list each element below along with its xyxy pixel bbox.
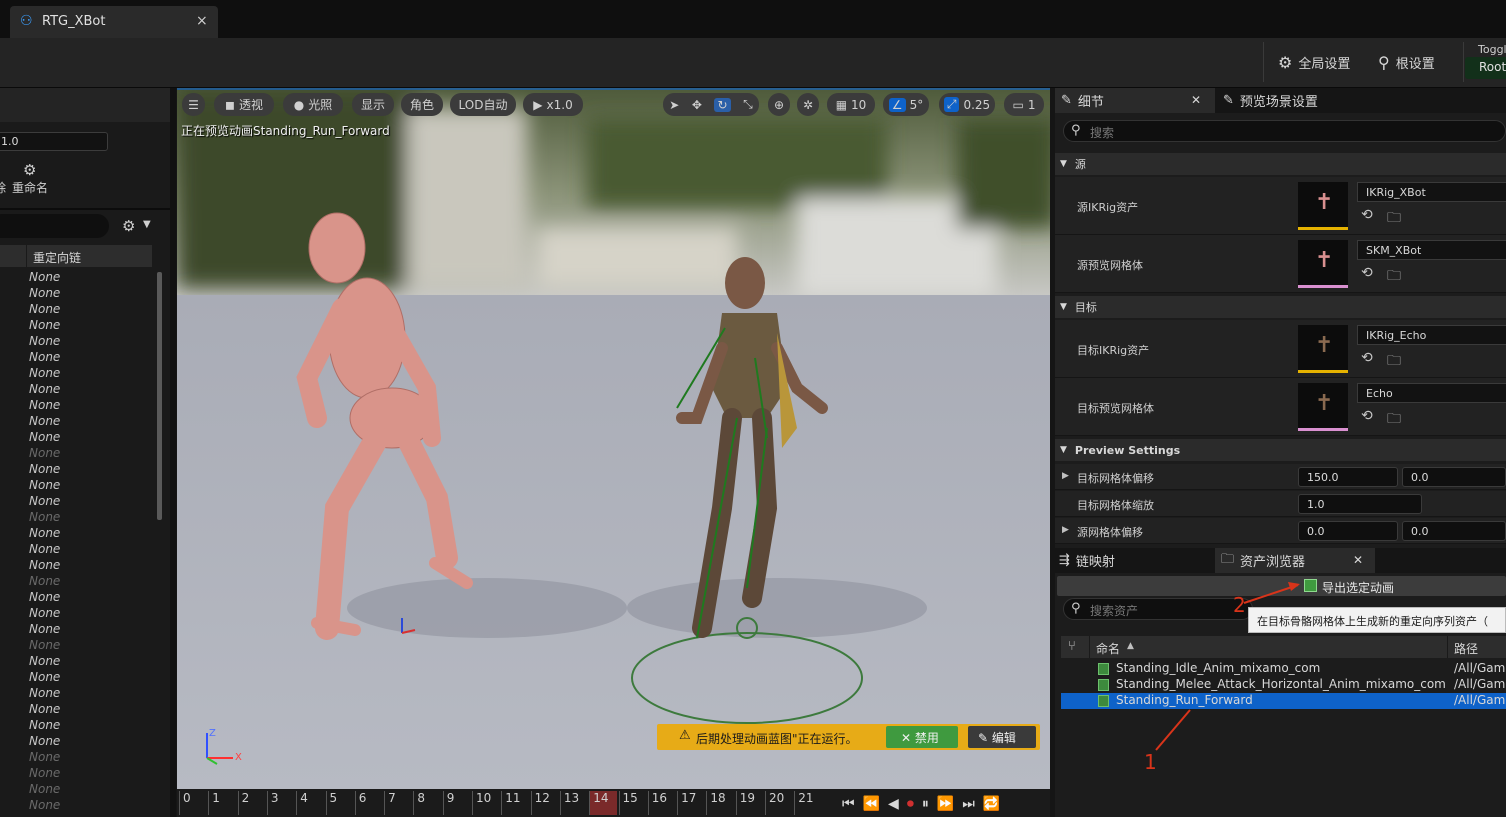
annotation-label-2: 2 [1233,593,1246,617]
annotation-label-1: 1 [1144,750,1157,774]
annotation-arrow-1 [1155,709,1191,751]
annotation-overlay [1155,582,1300,751]
annotation-arrowhead-2 [1288,582,1300,591]
